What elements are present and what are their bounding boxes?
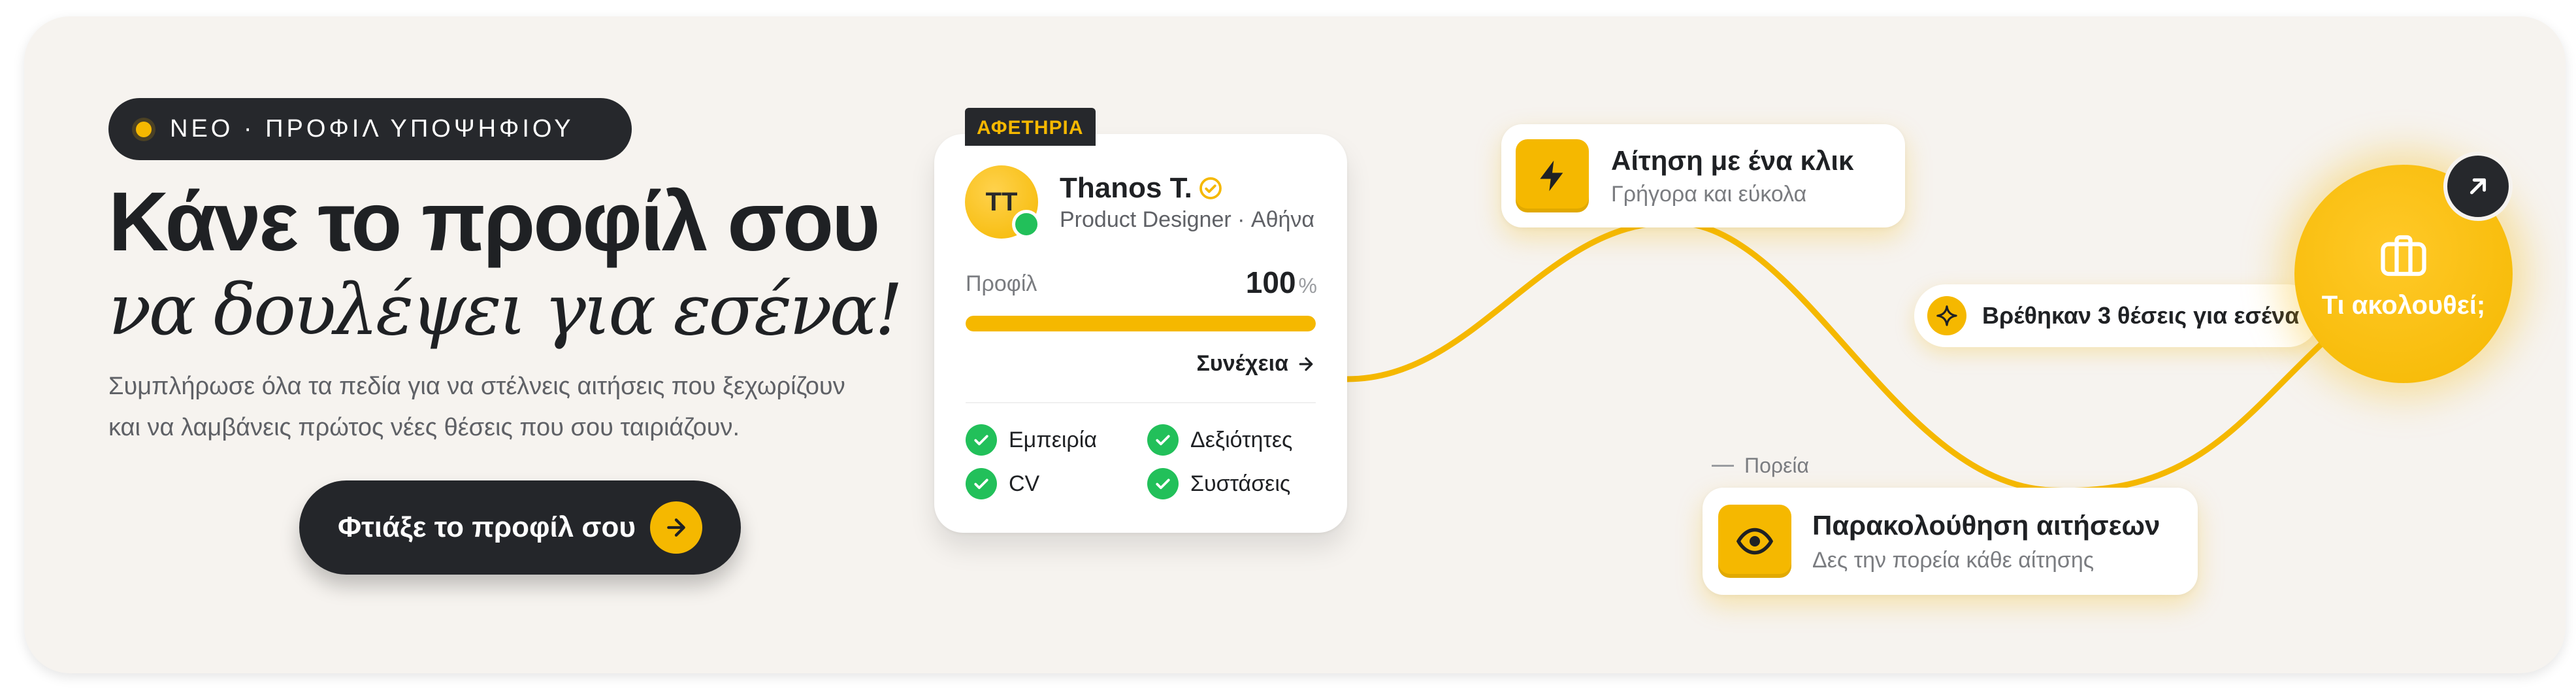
check-icon — [966, 424, 997, 456]
subtitle-line: και να λαμβάνεις πρώτος νέες θέσεις που … — [108, 414, 740, 441]
arrow-right-icon — [650, 501, 702, 554]
checklist-label: Δεξιότητες — [1190, 427, 1293, 452]
application-tracking-card: Παρακολούθηση αιτήσεων Δες την πορεία κά… — [1703, 488, 2198, 595]
progress-label: Προφίλ — [966, 271, 1037, 296]
checklist-label: Εμπειρία — [1009, 427, 1097, 452]
progress-value: 100% — [1246, 265, 1317, 300]
checklist-item: Δεξιότητες — [1147, 424, 1292, 456]
checklist-item: CV — [966, 468, 1039, 499]
hero-subtitle: Συμπλήρωσε όλα τα πεδία για να στέλνεις … — [108, 366, 932, 448]
checklist-item: Συστάσεις — [1147, 468, 1290, 499]
route-label: Πορεία — [1712, 454, 1809, 478]
profile-card: TT Thanos T. Product Designer · Αθήνα Πρ… — [934, 134, 1347, 533]
jobs-found-text: Βρέθηκαν 3 θέσεις για εσένα — [1982, 302, 2300, 329]
open-link-button[interactable] — [2443, 152, 2513, 221]
check-icon — [966, 468, 997, 499]
route-dash — [1712, 465, 1734, 467]
check-icon — [1147, 424, 1179, 456]
profile-name-text: Thanos T. — [1060, 172, 1192, 204]
feature-subtitle: Γρήγορα και εύκολα — [1611, 182, 1807, 207]
profile-role: Product Designer · Αθήνα — [1060, 207, 1315, 232]
arrow-up-right-icon — [2470, 178, 2486, 195]
checklist-label: CV — [1009, 471, 1040, 496]
subtitle-line: Συμπλήρωσε όλα τα πεδία για να στέλνεις … — [108, 373, 845, 400]
checklist-label: Συστάσεις — [1190, 471, 1291, 496]
headline: Κάνε το προφίλ σου — [108, 175, 880, 269]
start-tag: ΑΦΕΤΗΡΙΑ — [965, 108, 1096, 146]
create-profile-label: Φτιάξε το προφίλ σου — [337, 511, 636, 543]
eye-icon — [1718, 505, 1791, 578]
badge-label: ΝΕΟ · ΠΡΟΦΙΛ ΥΠΟΨΗΦΙΟΥ — [170, 115, 574, 143]
progress-bar — [966, 316, 1316, 331]
route-label-text: Πορεία — [1744, 454, 1809, 477]
arrow-right-icon — [1299, 357, 1313, 371]
progress-number: 100 — [1245, 265, 1296, 299]
feature-title: Αίτηση με ένα κλικ — [1611, 145, 1854, 176]
whats-next-label: Τι ακολουθεί; — [2321, 290, 2486, 320]
jobs-found-pill: Βρέθηκαν 3 θέσεις για εσένα — [1914, 284, 2319, 347]
new-feature-badge: ΝΕΟ · ΠΡΟΦΙΛ ΥΠΟΨΗΦΙΟΥ — [108, 98, 632, 160]
continue-label: Συνέχεια — [1196, 351, 1289, 376]
status-dot — [136, 121, 152, 137]
sparkle-icon — [1927, 296, 1966, 335]
avatar-initials: TT — [985, 187, 1018, 216]
checklist-item: Εμπειρία — [966, 424, 1097, 456]
lightning-icon — [1516, 139, 1589, 212]
headline-italic: να δουλέψει για εσένα! — [108, 269, 903, 351]
profile-name: Thanos T. — [1060, 172, 1222, 205]
briefcase-icon — [2381, 235, 2426, 276]
one-click-apply-card: Αίτηση με ένα κλικ Γρήγορα και εύκολα — [1501, 124, 1905, 227]
verified-icon — [1199, 177, 1222, 199]
divider — [966, 402, 1316, 403]
check-icon — [1147, 468, 1179, 499]
online-indicator — [1012, 210, 1041, 239]
progress-unit: % — [1298, 274, 1317, 297]
progress-fill — [966, 316, 1316, 331]
avatar: TT — [965, 165, 1041, 239]
feature-subtitle: Δες την πορεία κάθε αίτησης — [1812, 548, 2095, 573]
continue-link[interactable]: Συνέχεια — [1197, 351, 1316, 377]
create-profile-button[interactable]: Φτιάξε το προφίλ σου — [299, 480, 741, 575]
feature-title: Παρακολούθηση αιτήσεων — [1812, 510, 2160, 541]
